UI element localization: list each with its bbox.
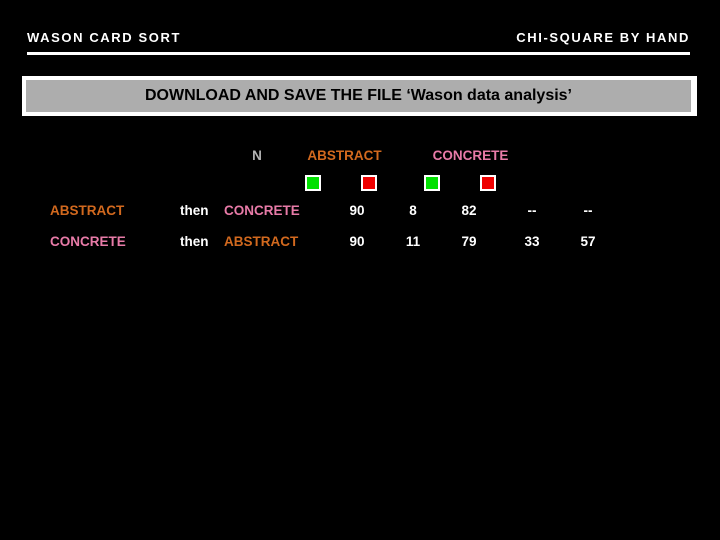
red-square-icon <box>361 175 377 191</box>
swatch-cell-concrete-green <box>404 175 460 191</box>
table-row: CONCRETE then ABSTRACT 90 11 79 33 57 <box>0 226 720 257</box>
column-header-abstract: ABSTRACT <box>307 147 382 163</box>
slide-header: WASON CARD SORT CHI-SQUARE BY HAND <box>27 26 690 48</box>
download-banner-text: DOWNLOAD AND SAVE THE FILE ‘Wason data a… <box>144 87 572 104</box>
row-target-label: CONCRETE <box>224 202 300 218</box>
download-banner: DOWNLOAD AND SAVE THE FILE ‘Wason data a… <box>26 80 691 112</box>
swatch-cell-abstract-green <box>285 175 341 191</box>
row-target-label: ABSTRACT <box>224 233 299 249</box>
row-concrete-red-value: 57 <box>580 233 596 249</box>
table-row: ABSTRACT then CONCRETE 90 8 82 -- -- <box>0 195 720 226</box>
row-connector-label: then <box>180 233 209 249</box>
row-source-label: ABSTRACT <box>50 202 125 218</box>
green-square-icon <box>305 175 321 191</box>
swatch-cell-abstract-red <box>341 175 397 191</box>
row-source-label: CONCRETE <box>50 233 126 249</box>
row-concrete-green-value: 33 <box>524 233 540 249</box>
slide-root: { "header": { "left_title": "WASON CARD … <box>0 0 720 540</box>
row-abstract-green-value: 8 <box>409 202 417 218</box>
header-right-title: CHI-SQUARE BY HAND <box>516 29 690 45</box>
column-header-concrete: CONCRETE <box>432 147 509 163</box>
row-n-value: 90 <box>349 202 365 218</box>
row-concrete-green-value: -- <box>527 202 537 218</box>
row-n-value: 90 <box>349 233 365 249</box>
header-divider <box>27 52 690 55</box>
row-abstract-green-value: 11 <box>405 233 421 249</box>
column-header-n: N <box>252 147 262 163</box>
table-swatch-row <box>0 171 720 195</box>
swatch-cell-concrete-red <box>460 175 516 191</box>
row-abstract-red-value: 79 <box>461 233 477 249</box>
green-square-icon <box>424 175 440 191</box>
row-connector-label: then <box>180 202 209 218</box>
red-square-icon <box>480 175 496 191</box>
results-table: N ABSTRACT CONCRETE ABSTRACT then CONCRE… <box>0 140 720 257</box>
row-abstract-red-value: 82 <box>461 202 477 218</box>
header-left-title: WASON CARD SORT <box>27 29 181 45</box>
row-concrete-red-value: -- <box>583 202 593 218</box>
table-header-row: N ABSTRACT CONCRETE <box>0 140 720 171</box>
